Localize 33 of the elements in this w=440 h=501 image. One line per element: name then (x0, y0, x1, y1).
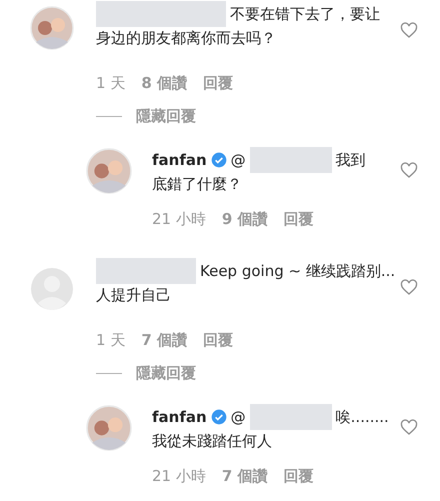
like-count[interactable]: 7 個讚 (141, 331, 187, 350)
comment-author[interactable]: fanfan (152, 408, 207, 426)
reply-button[interactable]: 回覆 (202, 331, 233, 350)
hide-replies-button[interactable]: 隱藏回覆 (136, 107, 196, 126)
heart-icon[interactable] (400, 162, 418, 180)
reply-button[interactable]: 回覆 (202, 74, 233, 93)
hide-replies-button[interactable]: 隱藏回覆 (136, 364, 196, 383)
comment-time: 21 小時 (152, 467, 206, 486)
comment-time: 1 天 (96, 331, 126, 350)
heart-icon[interactable] (400, 22, 418, 40)
heart-icon[interactable] (400, 279, 418, 297)
comment-text: 身边的朋友都离你而去吗？ (96, 28, 276, 48)
comment-time: 21 小時 (152, 210, 206, 229)
like-count[interactable]: 8 個讚 (141, 74, 187, 93)
avatar[interactable] (86, 405, 132, 451)
reply-button[interactable]: 回覆 (284, 210, 314, 229)
comment-text: 底錯了什麼？ (152, 174, 242, 194)
comment-text: 我從未踐踏任何人 (152, 432, 272, 450)
comment-text: 人提升自己 (96, 286, 171, 304)
avatar[interactable] (86, 148, 132, 194)
avatar[interactable] (30, 6, 74, 50)
like-count[interactable]: 7 個讚 (222, 467, 268, 486)
comment-text: 我到 (336, 150, 366, 170)
comment-text: Keep going ~ 继续践踏别... (200, 262, 396, 280)
like-count[interactable]: 9 個讚 (222, 210, 268, 229)
mention[interactable]: @ (230, 151, 246, 169)
comment-text: 唉........ (336, 408, 389, 426)
comment-author[interactable]: fanfan (152, 151, 207, 169)
reply-button[interactable]: 回覆 (284, 467, 314, 486)
comment-time: 1 天 (96, 74, 126, 93)
comment-text: 不要在错下去了，要让 (230, 4, 380, 24)
mention[interactable]: @ (230, 408, 246, 426)
heart-icon[interactable] (400, 419, 418, 437)
